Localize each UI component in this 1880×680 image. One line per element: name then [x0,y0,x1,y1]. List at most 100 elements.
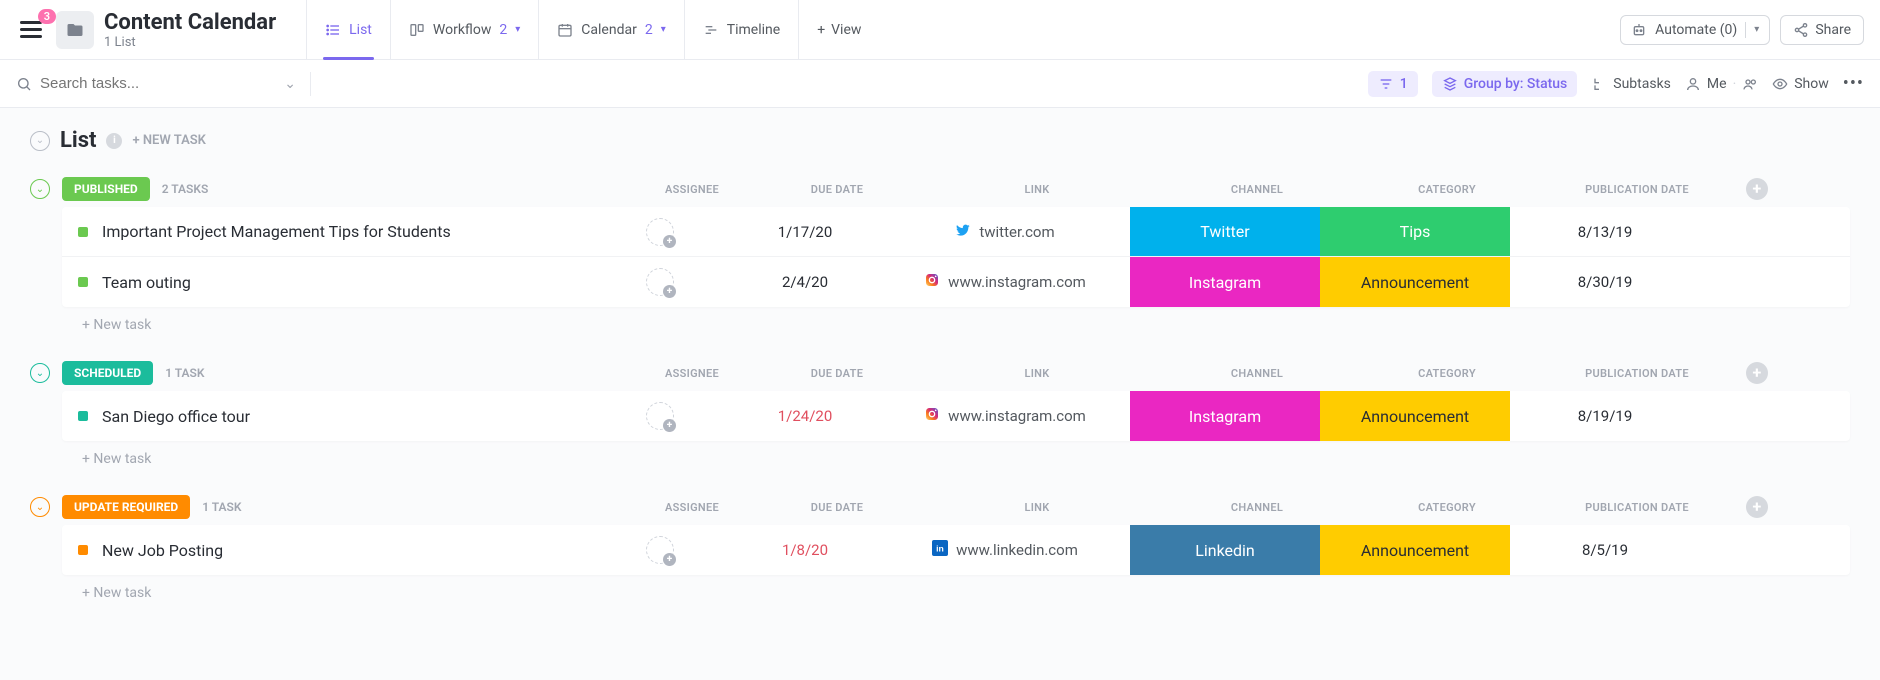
view-tab-list[interactable]: List [306,0,390,60]
assignee-placeholder[interactable] [646,268,674,296]
task-row[interactable]: Important Project Management Tips for St… [62,207,1850,257]
task-count: 2 TASKS [162,182,209,196]
channel-tag[interactable]: Twitter [1130,207,1320,256]
column-due-date[interactable]: DUE DATE [762,501,912,514]
column-channel[interactable]: CHANNEL [1162,501,1352,514]
view-label: List [349,22,372,38]
collapse-group-button[interactable]: ⌄ [30,363,50,383]
status-pill[interactable]: PUBLISHED [62,177,150,201]
group-by-button[interactable]: Group by: Status [1432,71,1578,97]
new-task-button[interactable]: + New task [82,451,1850,467]
column-link[interactable]: LINK [912,183,1162,196]
assignee-placeholder[interactable] [646,218,674,246]
link-cell[interactable]: www.instagram.com [880,272,1130,292]
assignee-placeholder[interactable] [646,536,674,564]
status-dot[interactable] [78,277,88,287]
column-assignee[interactable]: ASSIGNEE [622,183,762,196]
view-label: Timeline [727,22,780,38]
publication-date[interactable]: 8/19/19 [1510,407,1700,425]
collapse-group-button[interactable]: ⌄ [30,497,50,517]
status-dot[interactable] [78,411,88,421]
new-task-button[interactable]: + New task [82,317,1850,333]
publication-date[interactable]: 8/5/19 [1510,541,1700,559]
category-tag[interactable]: Tips [1320,207,1510,256]
due-date[interactable]: 2/4/20 [730,273,880,291]
link-cell[interactable]: www.instagram.com [880,406,1130,426]
more-options-button[interactable]: ••• [1843,73,1864,94]
category-tag[interactable]: Announcement [1320,391,1510,441]
view-tab-timeline[interactable]: Timeline [684,0,798,60]
task-name[interactable]: Important Project Management Tips for St… [102,222,451,241]
filter-count: 1 [1400,76,1408,92]
category-tag[interactable]: Announcement [1320,525,1510,575]
column-assignee[interactable]: ASSIGNEE [622,367,762,380]
chevron-down-icon[interactable]: ▾ [1754,24,1759,35]
task-name[interactable]: New Job Posting [102,541,223,560]
column-publication-date[interactable]: PUBLICATION DATE [1542,183,1732,196]
category-tag[interactable]: Announcement [1320,257,1510,307]
twitter-icon [955,222,971,242]
status-pill[interactable]: SCHEDULED [62,361,153,385]
automate-button[interactable]: Automate (0) ▾ [1620,15,1770,45]
view-label: Workflow [433,22,492,38]
channel-tag[interactable]: Instagram [1130,257,1320,307]
column-due-date[interactable]: DUE DATE [762,367,912,380]
share-label: Share [1815,22,1851,38]
status-pill[interactable]: UPDATE REQUIRED [62,495,190,519]
channel-tag[interactable]: Instagram [1130,391,1320,441]
column-due-date[interactable]: DUE DATE [762,183,912,196]
column-link[interactable]: LINK [912,367,1162,380]
status-dot[interactable] [78,545,88,555]
column-link[interactable]: LINK [912,501,1162,514]
new-task-button[interactable]: + New task [82,585,1850,601]
view-tab-calendar[interactable]: Calendar 2 ▾ [538,0,683,60]
collapse-group-button[interactable]: ⌄ [30,179,50,199]
automate-label: Automate (0) [1655,22,1737,38]
task-name[interactable]: Team outing [102,273,191,292]
assignee-placeholder[interactable] [646,402,674,430]
task-row[interactable]: New Job Posting 1/8/20 in www.linkedin.c… [62,525,1850,575]
status-dot[interactable] [78,227,88,237]
show-button[interactable]: Show [1772,76,1829,92]
share-button[interactable]: Share [1780,15,1864,45]
column-category[interactable]: CATEGORY [1352,183,1542,196]
assignees-icon[interactable] [1742,76,1758,92]
due-date[interactable]: 1/17/20 [730,223,880,241]
due-date[interactable]: 1/24/20 [730,407,880,425]
me-filter-button[interactable]: Me · [1685,76,1758,92]
task-name[interactable]: San Diego office tour [102,407,250,426]
search-input[interactable] [40,75,276,92]
list-title: List [60,128,96,153]
column-category[interactable]: CATEGORY [1352,501,1542,514]
link-cell[interactable]: twitter.com [880,222,1130,242]
add-column-button[interactable]: + [1746,178,1768,200]
collapse-list-button[interactable]: ⌄ [30,131,50,151]
column-channel[interactable]: CHANNEL [1162,367,1352,380]
due-date[interactable]: 1/8/20 [730,541,880,559]
info-icon[interactable]: i [106,133,122,149]
add-column-button[interactable]: + [1746,362,1768,384]
publication-date[interactable]: 8/13/19 [1510,223,1700,241]
task-row[interactable]: San Diego office tour 1/24/20 www.instag… [62,391,1850,441]
group-by-label: Group by: Status [1464,76,1568,92]
new-task-button[interactable]: + NEW TASK [132,133,205,148]
sidebar-toggle[interactable]: 3 [16,17,46,42]
publication-date[interactable]: 8/30/19 [1510,273,1700,291]
subtasks-button[interactable]: Subtasks [1591,76,1671,92]
add-column-button[interactable]: + [1746,496,1768,518]
view-tab-workflow[interactable]: Workflow 2 ▾ [390,0,538,60]
folder-icon[interactable] [56,11,94,49]
chevron-down-icon[interactable]: ⌄ [284,76,296,92]
me-label: Me [1707,76,1727,92]
column-category[interactable]: CATEGORY [1352,367,1542,380]
column-publication-date[interactable]: PUBLICATION DATE [1542,367,1732,380]
link-cell[interactable]: in www.linkedin.com [880,540,1130,560]
add-view-button[interactable]: + View [798,0,879,60]
task-row[interactable]: Team outing 2/4/20 www.instagram.com Ins… [62,257,1850,307]
view-label: Calendar [581,22,637,38]
channel-tag[interactable]: Linkedin [1130,525,1320,575]
column-channel[interactable]: CHANNEL [1162,183,1352,196]
column-publication-date[interactable]: PUBLICATION DATE [1542,501,1732,514]
column-assignee[interactable]: ASSIGNEE [622,501,762,514]
filter-button[interactable]: 1 [1368,71,1418,97]
